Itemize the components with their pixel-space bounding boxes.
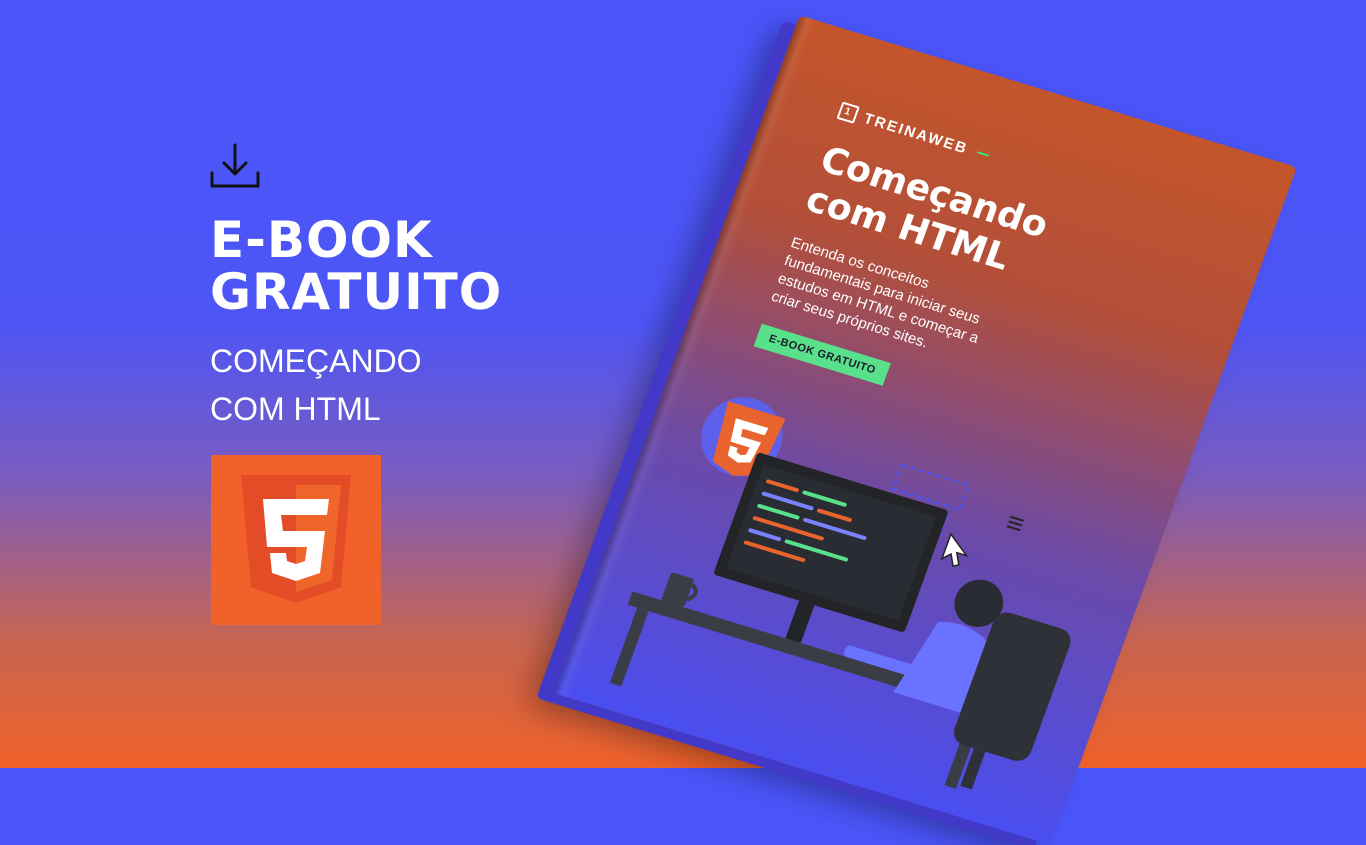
download-icon — [210, 143, 260, 188]
book-description: Entenda os conceitos fundamentais para i… — [768, 234, 983, 352]
brand-name: TREINAWEB — [861, 109, 971, 158]
ebook-cover: 1 TREINAWEB Começando com HTML Entenda o… — [553, 15, 1297, 845]
headline: E-BOOK GRATUITO — [210, 214, 502, 318]
html5-icon — [241, 475, 351, 603]
headline-line-1: E-BOOK — [210, 211, 433, 269]
book-title-line-1: Começando — [814, 139, 1054, 247]
book-title: Começando com HTML — [800, 139, 1053, 287]
treinaweb-logo-icon: 1 — [836, 101, 860, 124]
developer-at-computer-illustration — [609, 397, 1071, 790]
book-badge: E-BOOK GRATUITO — [753, 323, 891, 386]
book-title-line-2: com HTML — [800, 178, 1015, 279]
brand-underscore — [976, 151, 990, 157]
subtitle-line-2: COM HTML — [210, 391, 381, 427]
subtitle-line-1: COMEÇANDO — [210, 343, 422, 379]
html5-logo-tile — [211, 455, 381, 625]
headline-line-2: GRATUITO — [210, 263, 503, 321]
subtitle: COMEÇANDO COM HTML — [210, 337, 422, 433]
brand-logo: 1 TREINAWEB — [836, 101, 991, 165]
